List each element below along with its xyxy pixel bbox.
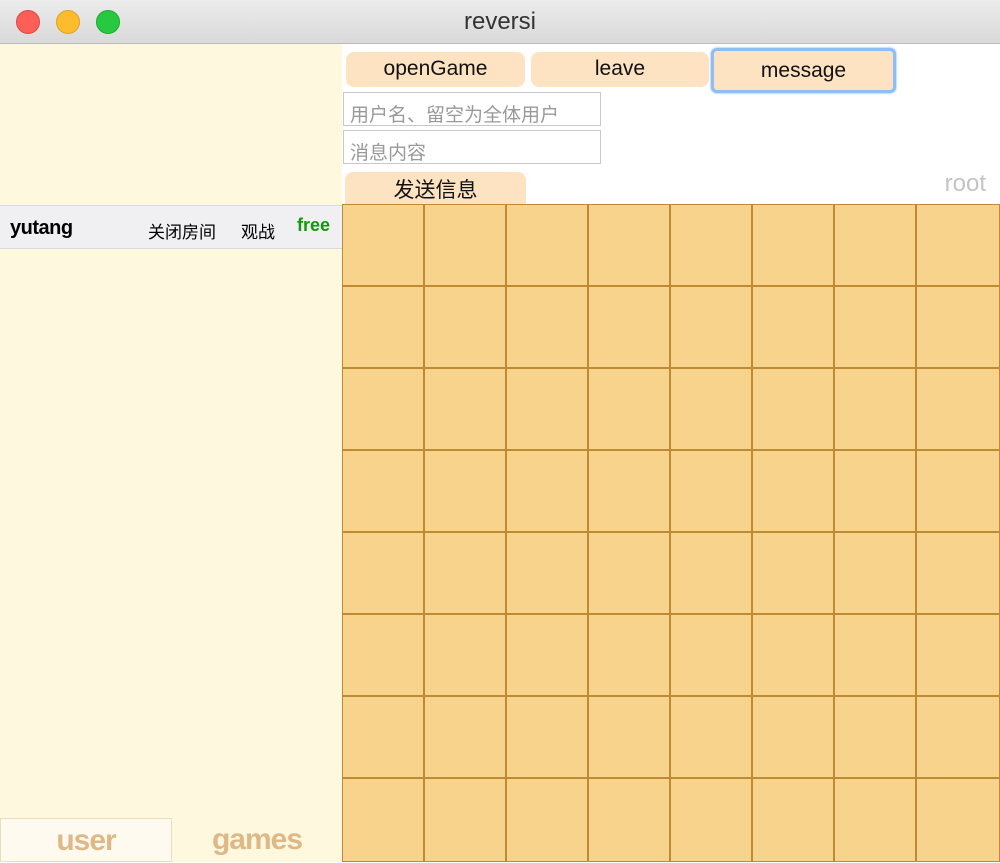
message-button-label: message (717, 54, 890, 87)
board-cell[interactable] (753, 369, 835, 451)
board-cell[interactable] (425, 287, 507, 369)
room-row: yutang 关闭房间 观战 free (0, 205, 342, 249)
board-cell[interactable] (671, 697, 753, 779)
board-cell[interactable] (343, 369, 425, 451)
board-cell[interactable] (343, 287, 425, 369)
board-cell[interactable] (425, 533, 507, 615)
board-cell[interactable] (671, 615, 753, 697)
room-owner-name: yutang (10, 217, 73, 239)
board-cell[interactable] (507, 697, 589, 779)
username-input[interactable]: 用户名、留空为全体用户 (343, 92, 601, 126)
board-cell[interactable] (835, 615, 917, 697)
board-cell[interactable] (589, 533, 671, 615)
board-cell[interactable] (589, 451, 671, 533)
tab-games[interactable]: games (172, 818, 342, 862)
board-cell[interactable] (343, 697, 425, 779)
board-cell[interactable] (425, 369, 507, 451)
board-cell[interactable] (343, 205, 425, 287)
board-cell[interactable] (425, 697, 507, 779)
board-cell[interactable] (425, 451, 507, 533)
board-cell[interactable] (753, 615, 835, 697)
board-cell[interactable] (671, 779, 753, 861)
board-cell[interactable] (589, 615, 671, 697)
board-cell[interactable] (343, 779, 425, 861)
board-cell[interactable] (671, 369, 753, 451)
board-cell[interactable] (753, 287, 835, 369)
board-cell[interactable] (671, 205, 753, 287)
board-cell[interactable] (671, 287, 753, 369)
board-cell[interactable] (507, 205, 589, 287)
board-cell[interactable] (589, 205, 671, 287)
board-cell[interactable] (753, 451, 835, 533)
window-titlebar: reversi (0, 0, 1000, 44)
board-cell[interactable] (425, 779, 507, 861)
board-cell[interactable] (917, 451, 999, 533)
board-cell[interactable] (425, 615, 507, 697)
message-content-input[interactable]: 消息内容 (343, 130, 601, 164)
board-cell[interactable] (589, 369, 671, 451)
tab-user[interactable]: user (0, 818, 172, 862)
board-cell[interactable] (917, 697, 999, 779)
open-game-button[interactable]: openGame (346, 52, 525, 87)
board-cell[interactable] (507, 451, 589, 533)
board-cell[interactable] (753, 779, 835, 861)
board-cell[interactable] (835, 369, 917, 451)
close-room-button[interactable]: 关闭房间 (148, 218, 216, 243)
board-cell[interactable] (507, 615, 589, 697)
board-cell[interactable] (917, 287, 999, 369)
board-cell[interactable] (835, 697, 917, 779)
board-cell[interactable] (835, 205, 917, 287)
board-cell[interactable] (425, 205, 507, 287)
leave-button[interactable]: leave (531, 52, 709, 87)
board-cell[interactable] (835, 287, 917, 369)
board-cell[interactable] (835, 533, 917, 615)
board-cell[interactable] (753, 533, 835, 615)
board-cell[interactable] (917, 205, 999, 287)
board-cell[interactable] (917, 369, 999, 451)
board-cell[interactable] (589, 697, 671, 779)
watch-game-button[interactable]: 观战 (241, 218, 275, 243)
board-cell[interactable] (507, 287, 589, 369)
board-cell[interactable] (343, 533, 425, 615)
reversi-board[interactable] (342, 204, 1000, 862)
board-cell[interactable] (917, 533, 999, 615)
board-cell[interactable] (917, 779, 999, 861)
board-cell[interactable] (671, 451, 753, 533)
board-cell[interactable] (835, 451, 917, 533)
sidebar (0, 44, 342, 862)
board-cell[interactable] (343, 451, 425, 533)
board-cell[interactable] (589, 779, 671, 861)
board-cell[interactable] (589, 287, 671, 369)
message-button[interactable]: message (711, 48, 896, 93)
board-cell[interactable] (671, 533, 753, 615)
send-message-button[interactable]: 发送信息 (345, 172, 526, 204)
current-user-label: root (944, 170, 986, 197)
board-cell[interactable] (753, 697, 835, 779)
room-status-badge: free (297, 215, 331, 235)
board-cell[interactable] (507, 369, 589, 451)
board-cell[interactable] (507, 533, 589, 615)
board-cell[interactable] (917, 615, 999, 697)
board-cell[interactable] (343, 615, 425, 697)
board-cell[interactable] (835, 779, 917, 861)
board-cell[interactable] (507, 779, 589, 861)
window-title: reversi (463, 8, 536, 35)
board-cell[interactable] (753, 205, 835, 287)
